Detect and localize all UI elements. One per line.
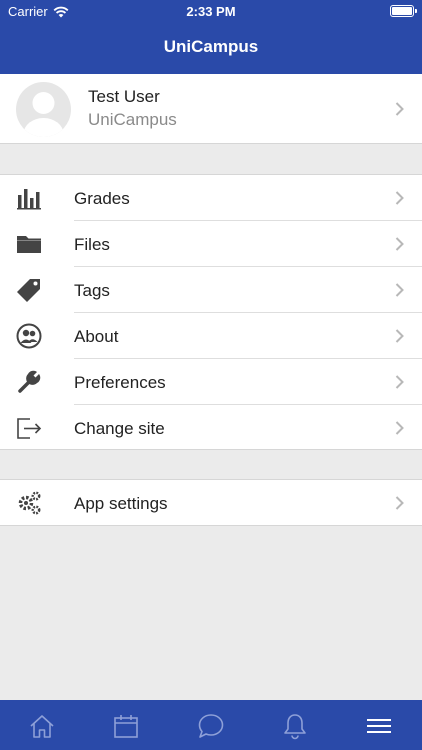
- chevron-right-icon: [395, 375, 404, 389]
- menu-item-files[interactable]: Files: [0, 221, 422, 267]
- folder-icon: [16, 231, 42, 257]
- chevron-right-icon: [395, 237, 404, 251]
- menu-item-preferences[interactable]: Preferences: [0, 359, 422, 405]
- calendar-icon[interactable]: [112, 712, 140, 740]
- menu-item-app-settings[interactable]: App settings: [0, 480, 422, 526]
- menu-item-label: Preferences: [74, 373, 166, 392]
- page-title: UniCampus: [163, 37, 259, 56]
- menu-item-label: Files: [74, 235, 110, 254]
- status-bar: Carrier 2:33 PM: [0, 0, 422, 22]
- menu-item-label: Grades: [74, 189, 130, 208]
- menu-item-label: App settings: [74, 494, 168, 513]
- battery-icon: [390, 5, 417, 17]
- user-site: UniCampus: [88, 110, 177, 129]
- cogs-icon: [16, 490, 42, 516]
- user-name: Test User: [88, 87, 160, 106]
- menu-item-label: About: [74, 327, 119, 346]
- notifications-icon[interactable]: [281, 712, 309, 740]
- menu-item-tags[interactable]: Tags: [0, 267, 422, 313]
- wrench-icon: [16, 369, 42, 395]
- menu-item-grades[interactable]: Grades: [0, 175, 422, 221]
- people-circle-icon: [16, 323, 42, 349]
- bar-chart-icon: [16, 185, 42, 211]
- avatar: [16, 82, 71, 137]
- user-profile-row[interactable]: Test User UniCampus: [0, 74, 422, 144]
- chevron-right-icon: [395, 191, 404, 205]
- menu-icon[interactable]: [365, 712, 393, 740]
- main-menu: Grades Files Tags About Preferences Chan…: [0, 174, 422, 450]
- chevron-right-icon: [395, 102, 404, 116]
- chevron-right-icon: [395, 329, 404, 343]
- menu-item-change-site[interactable]: Change site: [0, 405, 422, 451]
- menu-item-label: Change site: [74, 419, 165, 438]
- clock: 2:33 PM: [186, 4, 236, 19]
- settings-menu: App settings: [0, 479, 422, 526]
- messages-icon[interactable]: [197, 712, 225, 740]
- exit-icon: [16, 415, 42, 441]
- chevron-right-icon: [395, 496, 404, 510]
- user-avatar-icon: [23, 92, 64, 137]
- chevron-right-icon: [395, 421, 404, 435]
- app-header: Carrier 2:33 PM UniCampus: [0, 0, 422, 74]
- chevron-right-icon: [395, 283, 404, 297]
- home-icon[interactable]: [28, 712, 56, 740]
- menu-item-label: Tags: [74, 281, 110, 300]
- tag-icon: [16, 277, 42, 303]
- menu-item-about[interactable]: About: [0, 313, 422, 359]
- bottom-tab-bar: [0, 700, 422, 750]
